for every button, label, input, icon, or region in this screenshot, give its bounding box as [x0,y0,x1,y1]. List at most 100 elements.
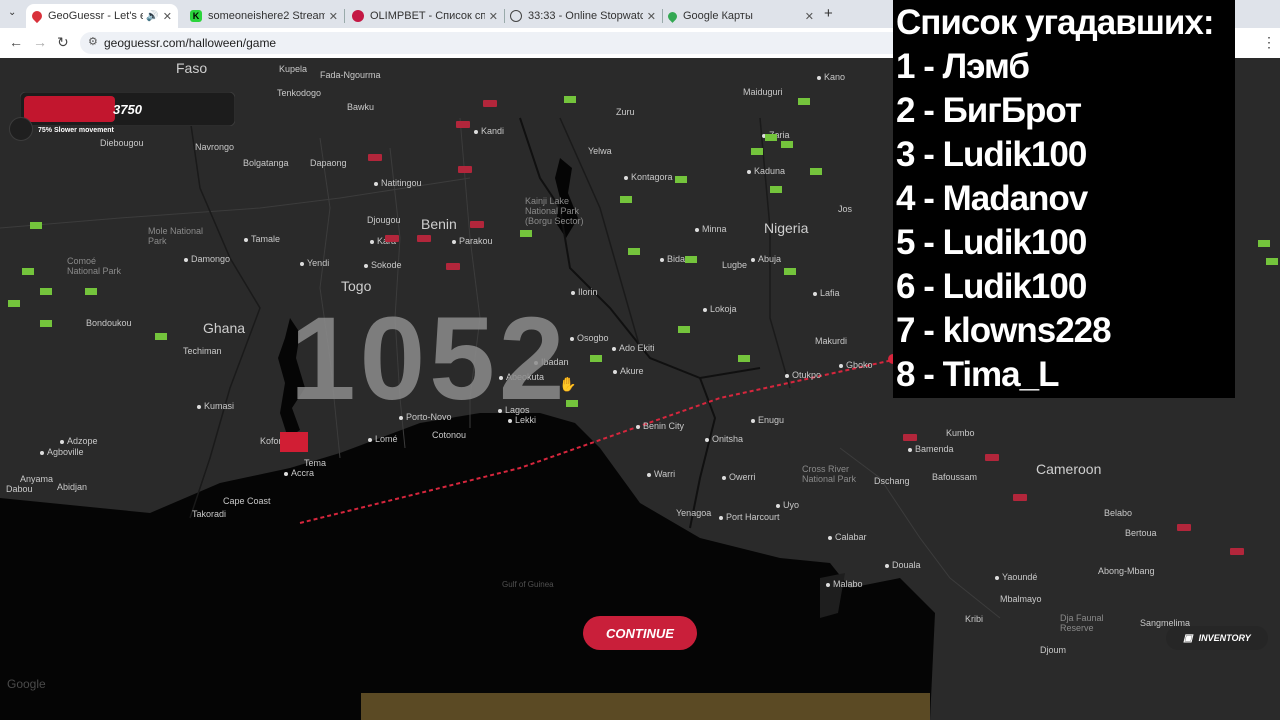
city-label: Lugbe [722,260,748,270]
city-label: Natitingou [374,178,422,188]
city-label: Douala [885,560,921,570]
park-marker [40,320,52,327]
city-label: Sokode [364,260,402,270]
inventory-button[interactable]: ▣ INVENTORY [1166,626,1268,650]
close-tab-icon[interactable]: ✕ [805,10,814,23]
back-icon[interactable]: ← [9,34,23,50]
tab-olimpbet[interactable]: OLIMPBET - Список спортив ✕ [346,4,505,28]
city-label: Diebougou [100,138,144,148]
tab-stopwatch[interactable]: 33:33 - Online Stopwatch - vClo ✕ [504,4,663,28]
city-label: Cotonou [432,430,467,440]
street-view-preview[interactable] [361,693,930,720]
winner-entry: 1 - Лэмб [896,47,1030,86]
city-label: Damongo [184,254,230,264]
city-label: Yaoundé [995,572,1037,582]
city-label: Zuru [616,107,635,117]
park-label: Mole National Park [148,226,204,246]
tab-kick-stream[interactable]: K someoneishere2 Stream - Wat ✕ [184,4,345,28]
close-tab-icon[interactable]: ✕ [647,10,656,23]
city-label: Enugu [751,415,784,425]
country-label: Togo [341,278,372,294]
google-logo: Google [7,677,46,691]
reload-icon[interactable]: ↻ [57,34,69,51]
city-label: Kandi [474,126,504,136]
tab-title: Google Карты [683,10,753,22]
park-label: Kainji Lake National Park (Borgu Sector) [525,196,584,226]
winners-overlay: Список угадавших: 1 - Лэмб 2 - БигБрот 3… [893,0,1235,398]
site-info-icon[interactable]: ⚙ [88,35,98,48]
city-label: Tamale [244,234,280,244]
park-marker [810,168,822,175]
city-label: Jos [838,204,853,214]
park-marker [678,326,690,333]
tab-title: GeoGuessr - Let's explore t [48,10,144,22]
city-label: Djougou [367,215,401,225]
city-label: Bamenda [908,444,954,454]
menu-icon[interactable]: ⋮ [1262,34,1276,51]
city-label: Abidjan [57,482,88,492]
city-label: Port Harcourt [719,512,780,522]
city-label: Otukpo [785,370,821,380]
forward-icon[interactable]: → [33,34,47,50]
city-label: Tema [304,458,327,468]
water-label: Gulf of Guinea [502,580,554,589]
city-label: Kupela [279,64,308,74]
city-label: Owerri [722,472,756,482]
city-label: Tenkodogo [277,88,322,98]
city-label: Maiduguri [743,87,783,97]
park-marker [675,176,687,183]
winner-entry: 5 - Ludik100 [896,223,1087,262]
city-label: Warri [647,469,675,479]
new-tab-icon[interactable]: + [824,5,833,22]
park-marker [8,300,20,307]
road-shield [903,434,917,441]
city-label: Fada-Ngourma [320,70,381,80]
road-shield [456,121,470,128]
stopwatch-icon [510,10,522,22]
park-marker [1266,258,1278,265]
close-tab-icon[interactable]: ✕ [163,10,172,23]
tab-google-maps[interactable]: Google Карты ✕ [662,4,820,28]
city-label: Lokoja [703,304,737,314]
road-shield [368,154,382,161]
effect-label: 75% Slower movement [38,127,114,134]
city-label: Abong-Mbang [1098,566,1155,576]
overlay-heading: Список угадавших: [896,3,1215,42]
road-shield [1230,548,1244,555]
health-bar-fill [24,96,115,122]
city-label: Lomé [368,434,398,444]
city-label: Mbalmayo [1000,594,1042,604]
road-shield [385,235,399,242]
tab-search-icon[interactable]: ⌄ [8,7,16,18]
tab-geoguessr[interactable]: GeoGuessr - Let's explore t 🔊 ✕ [26,4,178,28]
city-label: Ilorin [571,287,598,297]
url-text[interactable]: geoguessr.com/halloween/game [104,36,276,50]
continue-button[interactable]: CONTINUE [583,616,697,650]
city-label: Yelwa [588,146,612,156]
close-tab-icon[interactable]: ✕ [329,10,338,23]
park-marker [1258,240,1270,247]
city-label: Abuja [751,254,781,264]
close-tab-icon[interactable]: ✕ [489,10,498,23]
city-label: Agboville [40,447,84,457]
city-label: Minna [695,224,727,234]
google-maps-icon [666,9,679,23]
city-label: Dschang [874,476,910,486]
correct-location-flag[interactable] [280,432,308,452]
speaker-icon: 🔊 [146,10,159,22]
city-label: Makurdi [815,336,848,346]
tab-title: someoneishere2 Stream - Wat [208,10,325,22]
road-shield [470,221,484,228]
winner-entry: 7 - klowns228 [896,311,1112,350]
road-shield [985,454,999,461]
road-shield [458,166,472,173]
city-label: Bida [660,254,685,264]
slow-effect-icon [9,117,33,141]
city-label: Onitsha [705,434,743,444]
city-label: Kumbo [946,428,975,438]
city-label: Techiman [183,346,222,356]
city-label: Bondoukou [86,318,132,328]
winner-entry: 2 - БигБрот [896,91,1082,130]
winner-entry: 8 - Tima_L [896,355,1059,394]
winner-entry: 3 - Ludik100 [896,135,1087,174]
